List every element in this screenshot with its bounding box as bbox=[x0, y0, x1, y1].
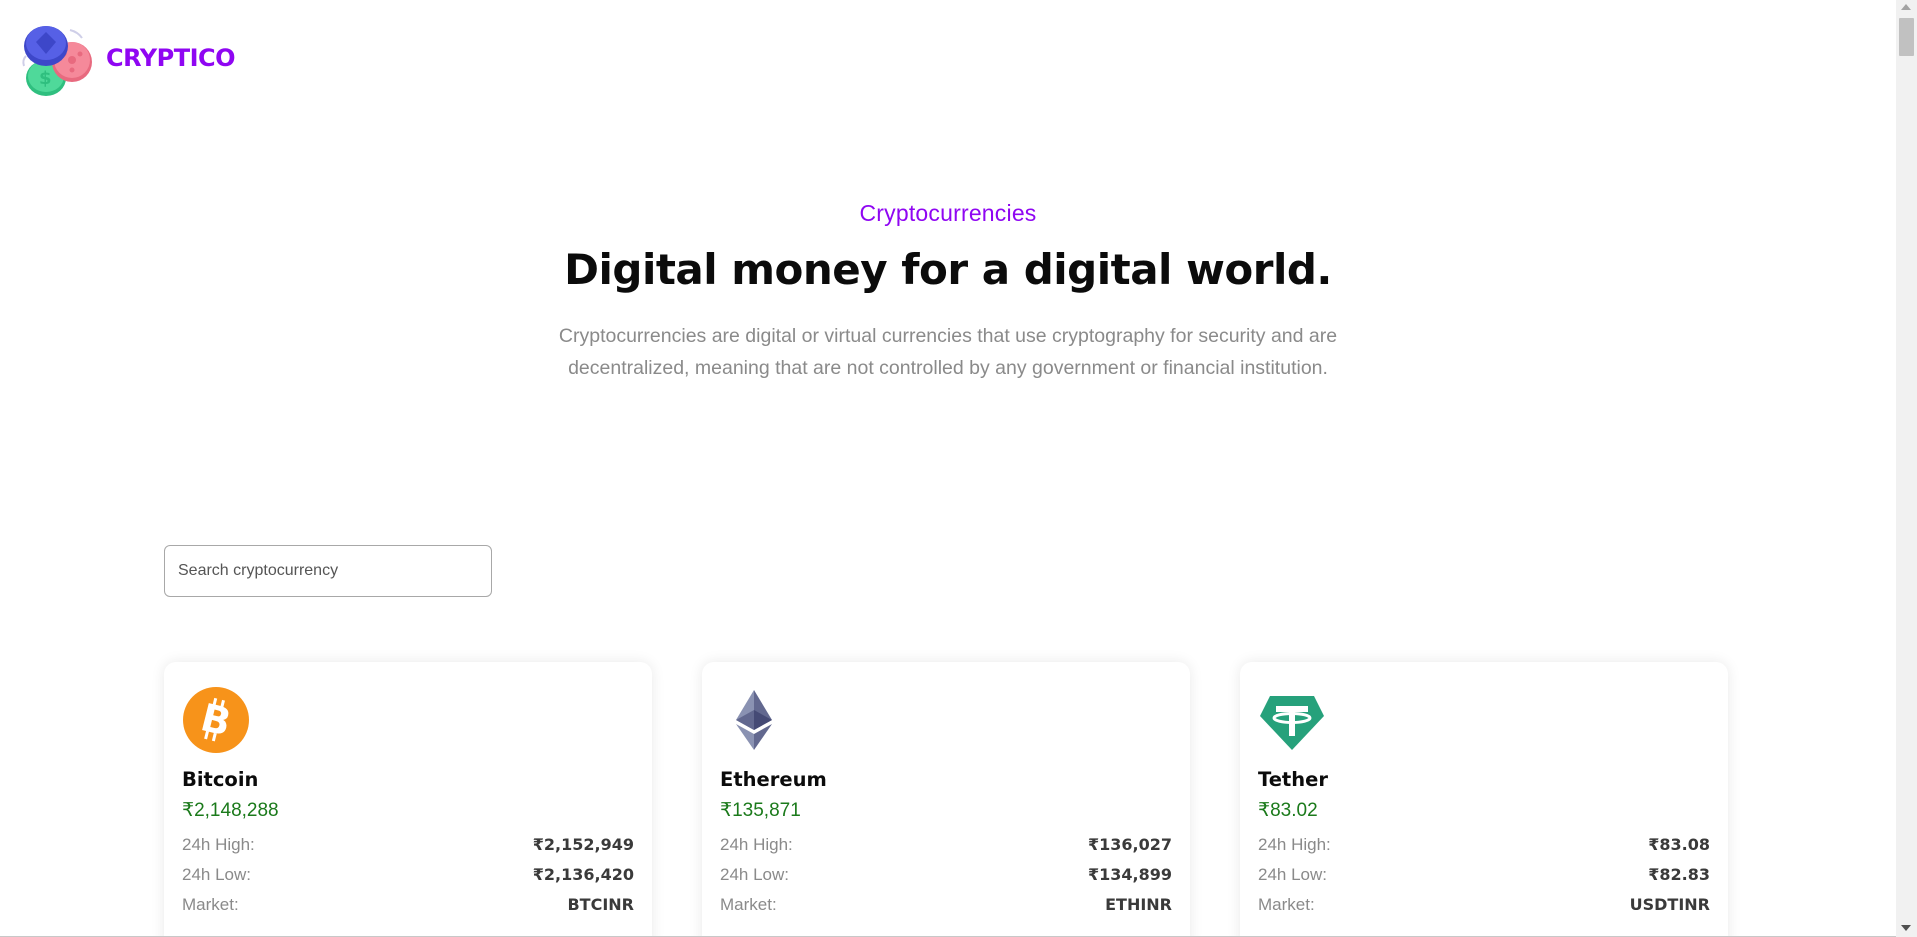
coins-logo-icon: $ bbox=[20, 22, 98, 100]
stat-value: ₹2,136,420 bbox=[532, 865, 634, 884]
hero-description: Cryptocurrencies are digital or virtual … bbox=[558, 325, 1338, 379]
search-input[interactable] bbox=[164, 545, 492, 597]
stat-label: Market: bbox=[720, 895, 777, 914]
brand-logo[interactable]: $ CRYPTICO bbox=[20, 22, 236, 100]
stat-value: ETHINR bbox=[1105, 895, 1172, 914]
bitcoin-icon: B bbox=[183, 687, 249, 753]
hero-section: Cryptocurrencies Digital money for a dig… bbox=[0, 200, 1896, 384]
crypto-card-tether[interactable]: Tether ₹83.02 24h High: ₹83.08 24h Low: … bbox=[1240, 662, 1728, 937]
card-name: Ethereum bbox=[720, 768, 827, 791]
card-price: ₹83.02 bbox=[1258, 800, 1318, 821]
stat-value: ₹83.08 bbox=[1648, 835, 1710, 854]
scroll-up-arrow-icon[interactable] bbox=[1901, 4, 1911, 10]
card-price: ₹135,871 bbox=[720, 800, 801, 821]
stat-value: ₹82.83 bbox=[1648, 865, 1710, 884]
stat-value: BTCINR bbox=[567, 895, 634, 914]
stat-row-low: 24h Low: ₹82.83 bbox=[1258, 864, 1710, 886]
vertical-scrollbar[interactable] bbox=[1896, 0, 1917, 937]
stat-value: ₹134,899 bbox=[1087, 865, 1172, 884]
stat-value: ₹136,027 bbox=[1087, 835, 1172, 854]
stat-value: USDTINR bbox=[1629, 895, 1710, 914]
stat-row-high: 24h High: ₹136,027 bbox=[720, 834, 1172, 856]
svg-text:$: $ bbox=[39, 68, 52, 89]
card-name: Tether bbox=[1258, 768, 1328, 791]
stat-value: ₹2,152,949 bbox=[532, 835, 634, 854]
stat-row-market: Market: BTCINR bbox=[182, 894, 634, 916]
scroll-down-arrow-icon[interactable] bbox=[1901, 925, 1911, 931]
scrollbar-thumb[interactable] bbox=[1899, 18, 1914, 56]
stat-label: 24h High: bbox=[1258, 835, 1331, 854]
stat-label: 24h Low: bbox=[1258, 865, 1327, 884]
stat-label: 24h High: bbox=[182, 835, 255, 854]
stat-row-market: Market: USDTINR bbox=[1258, 894, 1710, 916]
tether-icon bbox=[1260, 696, 1324, 750]
stat-row-low: 24h Low: ₹134,899 bbox=[720, 864, 1172, 886]
stat-row-high: 24h High: ₹2,152,949 bbox=[182, 834, 634, 856]
card-price: ₹2,148,288 bbox=[182, 800, 279, 821]
crypto-card-bitcoin[interactable]: B Bitcoin ₹2,148,288 24h High: ₹2,152,94… bbox=[164, 662, 652, 937]
stat-label: 24h Low: bbox=[182, 865, 251, 884]
crypto-card-ethereum[interactable]: Ethereum ₹135,871 24h High: ₹136,027 24h… bbox=[702, 662, 1190, 937]
stat-label: 24h High: bbox=[720, 835, 793, 854]
card-name: Bitcoin bbox=[182, 768, 259, 791]
stat-row-market: Market: ETHINR bbox=[720, 894, 1172, 916]
card-stats: 24h High: ₹136,027 24h Low: ₹134,899 Mar… bbox=[720, 834, 1172, 916]
hero-eyebrow: Cryptocurrencies bbox=[859, 200, 1037, 226]
brand-name: CRYPTICO bbox=[106, 44, 236, 72]
stat-label: Market: bbox=[1258, 895, 1315, 914]
ethereum-icon bbox=[736, 690, 772, 750]
stat-row-low: 24h Low: ₹2,136,420 bbox=[182, 864, 634, 886]
stat-row-high: 24h High: ₹83.08 bbox=[1258, 834, 1710, 856]
stat-label: 24h Low: bbox=[720, 865, 789, 884]
page: $ CRYPTICO Cryptocurrencies Digital mone… bbox=[0, 0, 1917, 937]
card-stats: 24h High: ₹83.08 24h Low: ₹82.83 Market:… bbox=[1258, 834, 1710, 916]
hero-headline: Digital money for a digital world. bbox=[564, 245, 1332, 294]
stat-label: Market: bbox=[182, 895, 239, 914]
card-stats: 24h High: ₹2,152,949 24h Low: ₹2,136,420… bbox=[182, 834, 634, 916]
